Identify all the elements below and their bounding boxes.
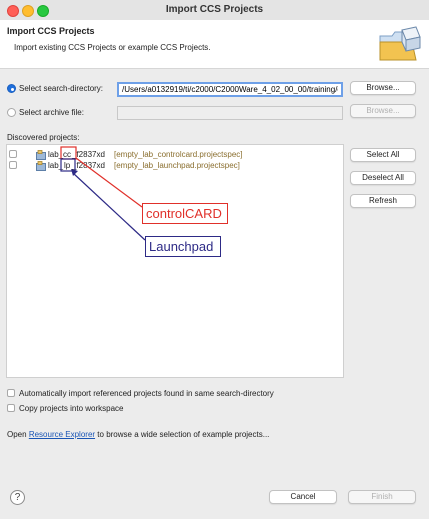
- launchpad-highlight-box: [60, 158, 76, 172]
- open-text: Open: [7, 430, 27, 439]
- controlcard-callout: controlCARD: [142, 203, 228, 224]
- resource-explorer-rest-text: to browse a wide selection of example pr…: [97, 430, 270, 439]
- resource-explorer-line: Open Resource Explorer to browse a wide …: [7, 430, 269, 439]
- controlcard-arrow-line: [75, 157, 143, 208]
- copy-projects-checkbox[interactable]: [7, 404, 15, 412]
- controlcard-highlight-box: [60, 146, 77, 160]
- resource-explorer-link[interactable]: Resource Explorer: [29, 430, 95, 439]
- select-all-button[interactable]: Select All: [350, 148, 416, 162]
- deselect-all-button[interactable]: Deselect All: [350, 171, 416, 185]
- finish-button[interactable]: Finish: [348, 490, 416, 504]
- auto-import-label: Automatically import referenced projects…: [19, 389, 274, 398]
- copy-projects-label: Copy projects into workspace: [19, 404, 124, 413]
- cancel-button[interactable]: Cancel: [269, 490, 337, 504]
- launchpad-callout: Launchpad: [145, 236, 221, 257]
- auto-import-checkbox[interactable]: [7, 389, 15, 397]
- help-icon[interactable]: ?: [10, 490, 25, 505]
- annotation-overlay: [60, 146, 146, 241]
- refresh-button[interactable]: Refresh: [350, 194, 416, 208]
